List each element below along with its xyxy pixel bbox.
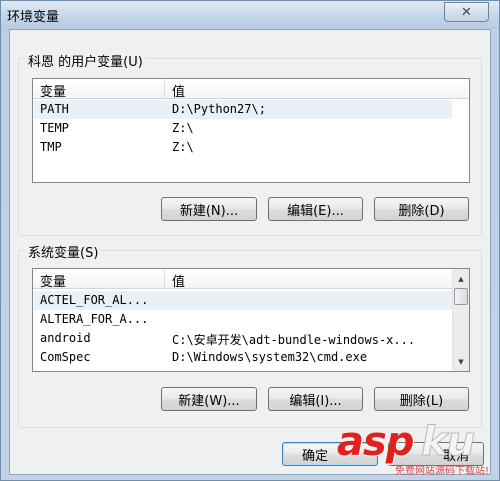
var-name: PATH	[40, 102, 69, 116]
scroll-up-arrow-icon[interactable]: ▲	[453, 270, 469, 287]
system-delete-button[interactable]: 删除(L)	[374, 387, 469, 411]
var-name: ALTERA_FOR_A...	[40, 312, 149, 326]
var-value: C:\安卓开发\adt-bundle-windows-x...	[172, 333, 416, 347]
scrollbar-thumb[interactable]	[454, 288, 468, 305]
list-item[interactable]: ACTEL_FOR_AL...	[34, 291, 452, 310]
column-separator[interactable]	[164, 79, 165, 99]
close-icon: ✕	[461, 4, 472, 20]
system-edit-button[interactable]: 编辑(I)...	[268, 387, 363, 411]
close-button[interactable]: ✕	[444, 2, 489, 22]
window-title: 环境变量	[7, 10, 60, 25]
user-vars-list-header: 变量 值	[33, 79, 469, 100]
list-item[interactable]: PATH D:\Python27\;	[34, 100, 452, 119]
user-vars-list[interactable]: 变量 值 PATH D:\Python27\; TEMP Z:\ TMP Z:\	[32, 78, 470, 183]
var-name: ComSpec	[40, 350, 91, 364]
user-new-button[interactable]: 新建(N)...	[161, 197, 257, 221]
var-name: TEMP	[40, 121, 69, 135]
column-header-value[interactable]: 值	[172, 81, 185, 100]
var-name: android	[40, 331, 91, 345]
var-value: Z:\	[172, 121, 194, 135]
var-name: ACTEL_FOR_AL...	[40, 293, 149, 307]
environment-variables-dialog: 环境变量 ✕ 科恩 的用户变量(U) 变量 值 PATH D:\Python27…	[0, 0, 500, 481]
scroll-down-arrow-icon[interactable]: ▼	[453, 353, 469, 370]
system-vars-list[interactable]: 变量 值 ACTEL_FOR_AL... ALTERA_FOR_A... and…	[32, 268, 470, 372]
list-item[interactable]: android C:\安卓开发\adt-bundle-windows-x...	[34, 329, 452, 348]
list-item[interactable]: TMP Z:\	[34, 138, 452, 157]
cancel-button-label: 取消	[442, 448, 469, 464]
user-edit-button[interactable]: 编辑(E)...	[268, 197, 363, 221]
var-name: TMP	[40, 140, 62, 154]
list-item[interactable]: ALTERA_FOR_A...	[34, 310, 452, 329]
column-separator[interactable]	[164, 269, 165, 289]
ok-button-label: 确定	[301, 448, 328, 464]
ok-button[interactable]: 确定	[282, 442, 378, 466]
var-value: D:\Windows\system32\cmd.exe	[172, 350, 368, 364]
title-bar[interactable]: 环境变量 ✕	[1, 1, 499, 29]
user-vars-label: 科恩 的用户变量(U)	[25, 51, 146, 70]
system-vars-scrollbar[interactable]: ▲ ▼	[452, 269, 469, 371]
column-header-value[interactable]: 值	[172, 271, 185, 290]
list-item[interactable]: ComSpec D:\Windows\system32\cmd.exe	[34, 348, 452, 367]
system-vars-label: 系统变量(S)	[25, 242, 102, 261]
var-value: D:\Python27\;	[172, 102, 266, 116]
var-value: Z:\	[172, 140, 194, 154]
cancel-button[interactable]: 取消	[388, 442, 484, 466]
column-header-variable[interactable]: 变量	[40, 271, 66, 290]
system-new-button[interactable]: 新建(W)...	[161, 387, 257, 411]
list-item[interactable]: TEMP Z:\	[34, 119, 452, 138]
user-delete-button[interactable]: 删除(D)	[374, 197, 469, 221]
dialog-client-area: 科恩 的用户变量(U) 变量 值 PATH D:\Python27\; TEMP…	[9, 29, 491, 475]
system-vars-list-header: 变量 值	[33, 269, 452, 290]
column-header-variable[interactable]: 变量	[40, 81, 66, 100]
